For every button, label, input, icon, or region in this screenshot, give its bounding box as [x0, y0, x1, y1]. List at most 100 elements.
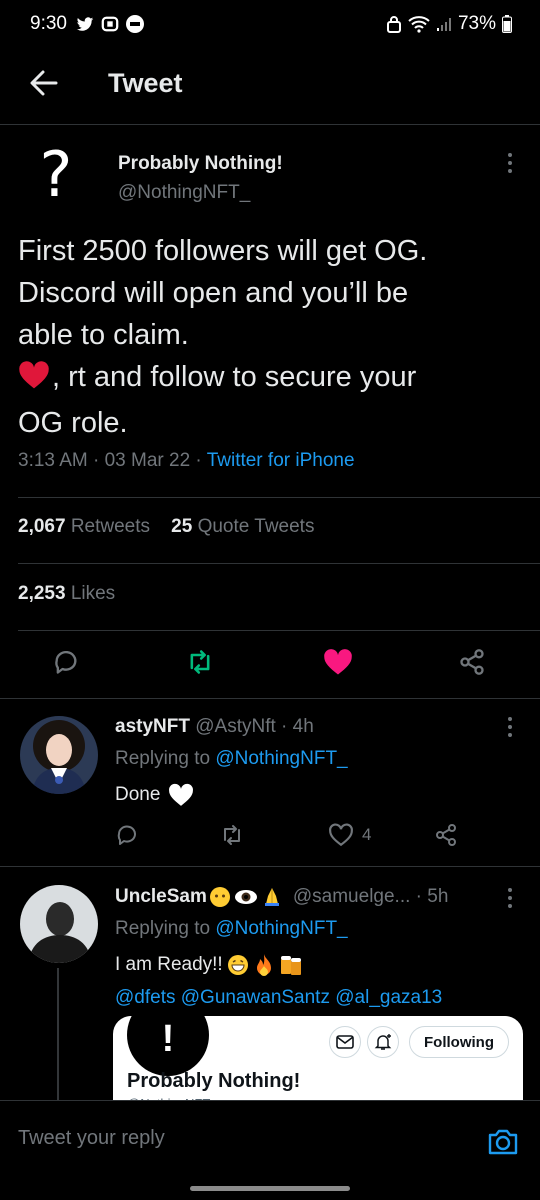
header-divider [0, 124, 540, 125]
battery-icon [502, 15, 512, 33]
reply-more-button[interactable] [500, 883, 520, 913]
tweet-actions [0, 638, 540, 688]
back-button[interactable] [4, 53, 84, 113]
share-icon [460, 649, 484, 675]
more-dot [508, 153, 512, 157]
replying-to-prefix: Replying to [115, 918, 216, 939]
author-name[interactable]: Probably Nothing! [118, 153, 283, 175]
tweet-more-button[interactable] [500, 148, 520, 178]
likes-stat[interactable]: 2,253 Likes [18, 583, 115, 605]
status-time: 9:30 [30, 13, 67, 34]
no-mouth-face-icon [209, 887, 230, 907]
folded-hands-icon [264, 888, 279, 906]
more-dot [508, 717, 512, 721]
signal-icon [436, 16, 452, 32]
more-dot [508, 161, 512, 165]
retweet-stats: 2,067 Retweets 25 Quote Tweets [18, 516, 314, 538]
tweet-line-with-heart: , rt and follow to secure your [18, 356, 518, 402]
reply-button[interactable] [42, 638, 90, 686]
eye-icon [234, 890, 257, 904]
heart-outline-icon [329, 823, 353, 847]
avatar-image [20, 885, 98, 963]
stats-divider [18, 563, 540, 564]
camera-icon [488, 1129, 518, 1155]
reply-author-name[interactable]: UncleSam [115, 886, 207, 908]
tweet-source-link[interactable]: Twitter for iPhone [207, 450, 355, 471]
card-notify-button[interactable] [367, 1026, 399, 1058]
likes-label: Likes [70, 583, 116, 604]
likes-count: 2,253 [18, 583, 66, 604]
tweet-line: Discord will open and you’ll be [18, 277, 409, 309]
tweet-detail-screen: 9:30 73% Tweet ? Probably Nothing! @Noth… [0, 0, 540, 1200]
reply-author-name[interactable]: astyNFT [115, 716, 190, 737]
white-heart-icon [169, 783, 194, 806]
reply-avatar-unclesam[interactable] [20, 885, 98, 963]
tweet-line: First 2500 followers will get OG. [18, 235, 428, 267]
more-dot [508, 888, 512, 892]
card-name: Probably Nothing! [127, 1070, 301, 1092]
card-avatar: ! [127, 1016, 209, 1076]
avatar-image [20, 716, 98, 794]
share-icon [436, 824, 456, 846]
reply-share-button[interactable] [434, 820, 458, 850]
reply-more-button[interactable] [500, 712, 520, 742]
author-handle[interactable]: @NothingNFT_ [118, 182, 250, 204]
twitter-notification-icon [75, 15, 95, 33]
card-message-button[interactable] [329, 1026, 361, 1058]
fire-icon [256, 954, 271, 976]
more-dot [508, 904, 512, 908]
more-dot [508, 896, 512, 900]
more-dot [508, 733, 512, 737]
calendar-notification-icon [125, 14, 145, 34]
tweet-line: OG role. [18, 407, 128, 439]
reply-handle-time: @samuelge... · 5h [292, 886, 449, 907]
share-button[interactable] [448, 638, 496, 686]
like-button[interactable] [314, 638, 362, 686]
quotes-count: 25 [171, 516, 193, 537]
reply-icon [117, 825, 136, 845]
likes-divider [18, 630, 540, 631]
reply-mentions[interactable]: @dfets @GunawanSantz @al_gaza13 [115, 987, 442, 1009]
retweets-stat[interactable]: 2,067 Retweets [18, 516, 150, 537]
reply-text-content: Done [115, 784, 161, 805]
retweets-count: 2,067 [18, 516, 66, 537]
status-bar: 9:30 73% [0, 0, 540, 48]
replying-to-link[interactable]: @NothingNFT_ [215, 918, 347, 939]
more-dot [508, 725, 512, 729]
reply-avatar-astynft[interactable] [20, 716, 98, 794]
camera-button[interactable] [486, 1125, 520, 1159]
retweet-icon [190, 650, 210, 674]
more-dot [508, 169, 512, 173]
actions-divider [0, 698, 540, 699]
tweet-timestamp: 3:13 AM · 03 Mar 22 · [18, 450, 207, 471]
quotes-stat[interactable]: 25 Quote Tweets [171, 516, 314, 537]
reply-text: Done [115, 783, 194, 807]
reply-author-line: astyNFT @AstyNft · 4h [115, 716, 314, 738]
retweet-button[interactable] [176, 638, 224, 686]
reply-composer: Tweet your reply [0, 1100, 540, 1180]
quotes-label: Quote Tweets [197, 516, 315, 537]
lock-icon [386, 15, 402, 33]
page-title: Tweet [108, 67, 183, 98]
reply-retweet-button[interactable] [220, 820, 244, 850]
reply-like-count: 4 [362, 825, 372, 844]
home-indicator [190, 1186, 350, 1191]
author-avatar[interactable]: ? [24, 140, 88, 210]
reply-like-button[interactable]: 4 [328, 820, 371, 850]
reply-comment-button[interactable] [115, 820, 139, 850]
replying-to-link[interactable]: @NothingNFT_ [215, 748, 347, 769]
card-following-button[interactable]: Following [409, 1026, 509, 1058]
tweet-text: First 2500 followers will get OG. Discor… [18, 230, 518, 444]
retweets-label: Retweets [70, 516, 151, 537]
beer-mugs-icon [280, 956, 301, 975]
top-app-bar: Tweet [0, 48, 540, 118]
reply-input[interactable]: Tweet your reply [18, 1127, 165, 1150]
replying-to: Replying to @NothingNFT_ [115, 918, 348, 940]
retweet-icon [224, 825, 240, 845]
thread-line [57, 968, 59, 1108]
battery-percent: 73% [457, 13, 496, 34]
reply-text: I am Ready!! [115, 953, 305, 977]
replying-to: Replying to @NothingNFT_ [115, 748, 348, 770]
red-heart-icon [18, 360, 50, 402]
reply-icon [55, 650, 77, 674]
